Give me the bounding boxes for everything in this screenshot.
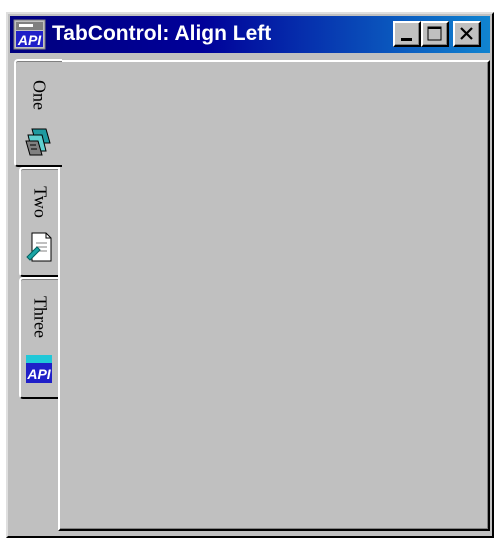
minimize-button[interactable] (393, 21, 421, 47)
maximize-icon (427, 26, 442, 41)
tab-control: Three API Two One (10, 55, 490, 534)
cards-icon (25, 128, 51, 156)
svg-text:API: API (17, 32, 42, 48)
tab-one-label: One (29, 80, 50, 110)
tab-two[interactable]: Two (19, 167, 58, 277)
title-bar[interactable]: API TabControl: Align Left (10, 16, 490, 53)
tabcontrol-window: API TabControl: Align Left Three API Two… (6, 12, 494, 538)
svg-text:API: API (26, 366, 51, 382)
api-viewer-icon[interactable]: API (13, 19, 46, 50)
tab-two-label: Two (30, 186, 50, 218)
close-button[interactable] (453, 21, 481, 47)
window-title: TabControl: Align Left (52, 22, 272, 45)
tab-three-label: Three (30, 296, 50, 338)
maximize-button[interactable] (421, 21, 449, 47)
tab-one[interactable]: One (14, 59, 62, 167)
document-icon (26, 232, 52, 262)
tab-three[interactable]: Three API (19, 277, 58, 399)
close-icon (460, 27, 473, 40)
tab-page-one (58, 60, 490, 531)
api-icon: API (26, 355, 52, 383)
minimize-icon (401, 38, 412, 41)
